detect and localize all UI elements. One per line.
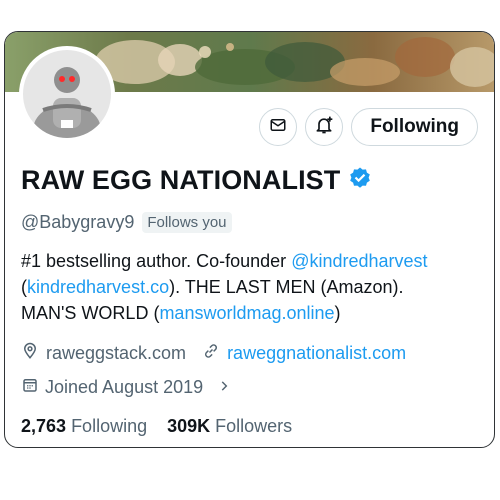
following-label: Following xyxy=(71,416,148,436)
joined-date: Joined August 2019 xyxy=(45,377,204,397)
handle-row: @Babygravy9 Follows you xyxy=(21,212,232,233)
display-name: RAW EGG NATIONALIST xyxy=(21,165,341,195)
bio-text: ) xyxy=(334,303,341,323)
profile-actions: Following xyxy=(259,108,478,146)
bio-mention-link[interactable]: @kindredharvest xyxy=(291,251,427,271)
followers-count-link[interactable]: 309K Followers xyxy=(167,416,292,437)
meta-row-links: raweggstack.com raweggnationalist.com xyxy=(21,342,406,365)
follow-counts: 2,763 Following 309K Followers xyxy=(21,416,292,437)
bio-url-link[interactable]: kindredharvest.co xyxy=(27,277,169,297)
followers-count: 309K xyxy=(167,416,211,436)
bio-text: MAN'S WORLD ( xyxy=(21,303,160,323)
bio-url-link[interactable]: mansworldmag.online xyxy=(159,303,334,323)
following-button[interactable]: Following xyxy=(351,108,478,146)
notifications-button[interactable] xyxy=(305,108,344,146)
follows-you-badge: Follows you xyxy=(142,212,232,233)
bio: #1 bestselling author. Co-founder @kindr… xyxy=(21,248,481,326)
website-link[interactable]: raweggnationalist.com xyxy=(227,343,406,364)
location-text: raweggstack.com xyxy=(46,343,187,363)
website-item: raweggnationalist.com xyxy=(202,342,406,365)
following-count: 2,763 xyxy=(21,416,67,436)
meta-row-joined[interactable]: Joined August 2019 xyxy=(21,376,231,399)
location-icon xyxy=(21,342,39,365)
profile-card: Following RAW EGG NATIONALIST @Babygravy… xyxy=(4,31,495,448)
calendar-icon xyxy=(21,376,39,399)
envelope-icon xyxy=(269,116,287,139)
link-icon xyxy=(202,342,220,365)
bio-text: #1 bestselling author. Co-founder xyxy=(21,251,292,271)
location-item: raweggstack.com xyxy=(21,342,186,365)
bio-text: ). THE LAST MEN (Amazon). xyxy=(169,277,404,297)
name-row: RAW EGG NATIONALIST xyxy=(21,165,372,196)
handle: @Babygravy9 xyxy=(21,212,135,232)
avatar[interactable] xyxy=(19,46,115,142)
bell-plus-icon xyxy=(314,115,334,140)
chevron-right-icon[interactable] xyxy=(217,377,231,398)
following-count-link[interactable]: 2,763 Following xyxy=(21,416,147,437)
followers-label: Followers xyxy=(215,416,293,436)
verified-badge-icon[interactable] xyxy=(348,166,372,195)
message-button[interactable] xyxy=(259,108,298,146)
